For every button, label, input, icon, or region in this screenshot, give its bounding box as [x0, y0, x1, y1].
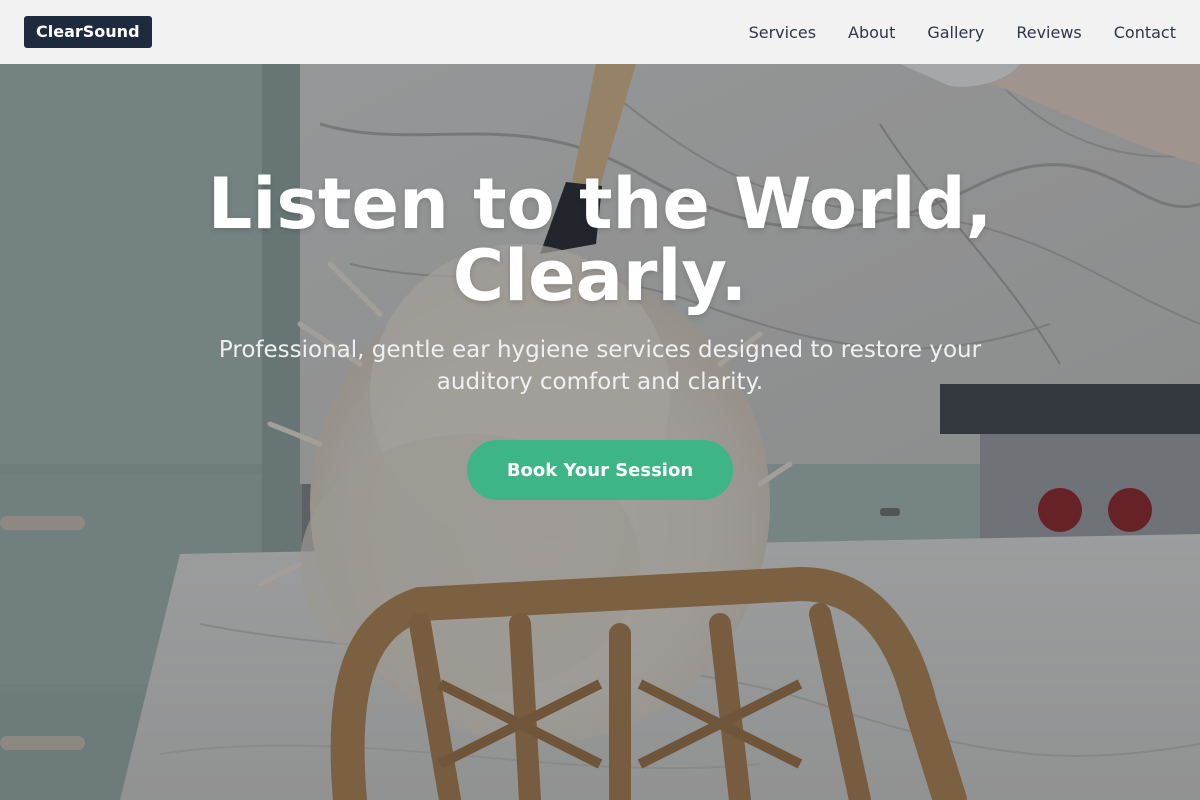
- logo[interactable]: ClearSound: [24, 16, 152, 48]
- top-navbar: ClearSound Services About Gallery Review…: [0, 0, 1200, 64]
- hero-content: Listen to the World, Clearly. Profession…: [0, 168, 1200, 500]
- nav-link-services[interactable]: Services: [749, 23, 816, 42]
- hero-subtitle: Professional, gentle ear hygiene service…: [218, 337, 982, 395]
- book-session-button[interactable]: Book Your Session: [467, 440, 733, 500]
- nav-link-contact[interactable]: Contact: [1114, 23, 1176, 42]
- hero-title: Listen to the World, Clearly.: [207, 163, 993, 317]
- main-nav: Services About Gallery Reviews Contact: [749, 23, 1176, 42]
- nav-link-gallery[interactable]: Gallery: [927, 23, 984, 42]
- nav-link-about[interactable]: About: [848, 23, 895, 42]
- nav-link-reviews[interactable]: Reviews: [1016, 23, 1081, 42]
